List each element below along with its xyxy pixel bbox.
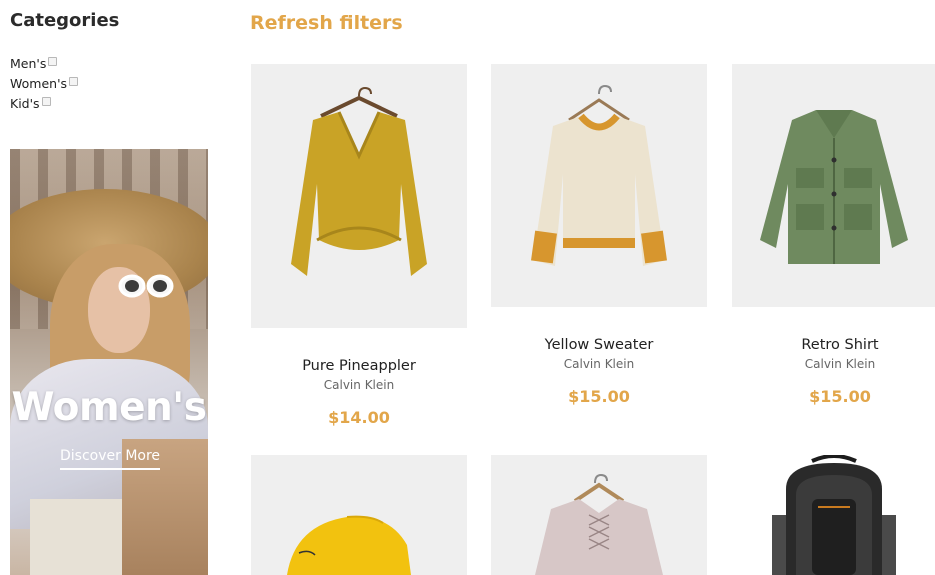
product-price: $15.00 — [568, 387, 630, 406]
category-label: Kid's — [10, 96, 40, 111]
mustard-sweater-icon — [291, 86, 427, 276]
product-image[interactable] — [491, 64, 707, 307]
discover-more-link[interactable]: Discover More — [60, 448, 161, 470]
category-item-kids[interactable]: Kid's — [10, 94, 78, 114]
product-image[interactable] — [732, 64, 935, 307]
yellow-cap-icon — [287, 515, 411, 575]
sunglasses-icon — [118, 274, 174, 298]
category-checkbox[interactable] — [69, 76, 79, 86]
pink-sweater-icon — [535, 473, 663, 575]
product-brand: Calvin Klein — [804, 357, 876, 371]
product-card[interactable]: Pure Pineappler Calvin Klein $14.00 — [251, 64, 467, 444]
banner-title: Women's — [11, 385, 207, 430]
product-card[interactable] — [491, 455, 707, 575]
product-brand: Calvin Klein — [323, 378, 395, 392]
category-label: Women's — [10, 76, 68, 91]
green-jacket-icon — [760, 110, 908, 264]
product-card[interactable]: Retro Shirt Calvin Klein $15.00 — [732, 64, 935, 424]
cream-sweater-icon — [531, 84, 667, 266]
womens-promo-banner[interactable]: Women's Discover More — [10, 149, 208, 575]
categories-title: Categories — [10, 10, 120, 31]
product-image[interactable] — [491, 455, 707, 575]
product-name[interactable]: Retro Shirt — [732, 337, 935, 353]
sidebar: Categories Men's Women's Kid's Women's D — [0, 0, 215, 575]
product-name[interactable]: Yellow Sweater — [491, 337, 707, 353]
backpack-icon — [772, 455, 896, 575]
product-image[interactable] — [251, 64, 467, 328]
product-info: Pure Pineappler Calvin Klein $14.00 — [251, 358, 467, 427]
product-image[interactable] — [251, 455, 467, 575]
product-name[interactable]: Pure Pineappler — [251, 358, 467, 374]
category-checkbox[interactable] — [48, 56, 58, 66]
product-info: Retro Shirt Calvin Klein $15.00 — [732, 337, 935, 406]
product-brand: Calvin Klein — [563, 357, 635, 371]
category-item-mens[interactable]: Men's — [10, 54, 78, 74]
category-checkbox[interactable] — [41, 96, 51, 106]
product-image[interactable] — [732, 455, 935, 575]
product-info: Yellow Sweater Calvin Klein $15.00 — [491, 337, 707, 406]
product-price: $15.00 — [809, 387, 871, 406]
product-card[interactable] — [732, 455, 935, 575]
category-label: Men's — [10, 56, 47, 71]
product-price: $14.00 — [328, 408, 390, 427]
product-card[interactable]: Yellow Sweater Calvin Klein $15.00 — [491, 64, 707, 424]
category-item-womens[interactable]: Women's — [10, 74, 79, 94]
category-list: Men's Women's Kid's — [10, 54, 79, 114]
product-card[interactable] — [251, 455, 467, 575]
refresh-filters-link[interactable]: Refresh filters — [250, 12, 403, 34]
